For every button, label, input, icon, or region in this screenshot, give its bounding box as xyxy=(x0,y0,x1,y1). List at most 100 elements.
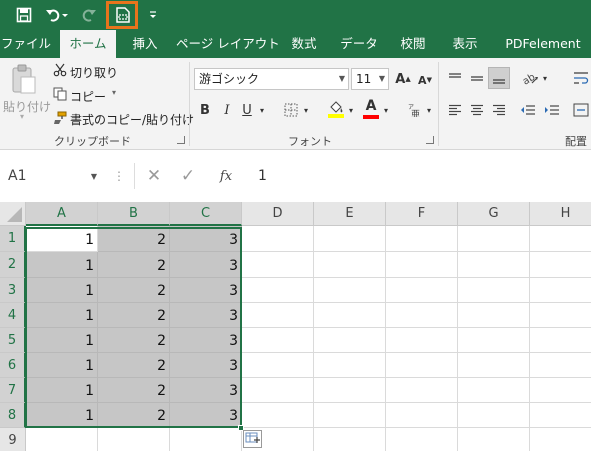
cell-d5[interactable] xyxy=(242,328,314,353)
row-header-8[interactable]: 8 xyxy=(0,403,26,428)
cell-d2[interactable] xyxy=(242,252,314,278)
row-header-7[interactable]: 7 xyxy=(0,378,26,403)
cell-g2[interactable] xyxy=(458,252,530,278)
align-center-icon[interactable] xyxy=(468,101,486,119)
undo-icon[interactable] xyxy=(44,3,70,27)
decrease-indent-icon[interactable] xyxy=(518,101,538,119)
column-header-a[interactable]: A xyxy=(26,202,98,226)
cell-g1[interactable] xyxy=(458,226,530,252)
paste-icon[interactable] xyxy=(4,62,42,96)
font-launcher-icon[interactable] xyxy=(426,136,434,144)
fill-color-dropdown-icon[interactable]: ▾ xyxy=(346,101,356,119)
underline-button[interactable]: U xyxy=(238,101,256,119)
bold-button[interactable]: B xyxy=(196,101,214,119)
cut-button[interactable]: 切り取り xyxy=(70,64,118,81)
cell-h1[interactable] xyxy=(530,226,591,252)
cell-c4[interactable]: 3 xyxy=(170,303,242,328)
cell-a4[interactable]: 1 xyxy=(26,303,98,328)
cell-d7[interactable] xyxy=(242,378,314,403)
copy-icon[interactable] xyxy=(52,86,68,102)
cell-d1[interactable] xyxy=(242,226,314,252)
tab-view[interactable]: 表示 xyxy=(444,30,486,58)
align-left-icon[interactable] xyxy=(446,101,464,119)
cut-icon[interactable] xyxy=(52,62,68,78)
name-box-dropdown-icon[interactable]: ▼ xyxy=(88,170,100,182)
cell-g8[interactable] xyxy=(458,403,530,428)
cell-d3[interactable] xyxy=(242,278,314,303)
cell-a7[interactable]: 1 xyxy=(26,378,98,403)
enter-icon[interactable]: ✓ xyxy=(177,166,199,186)
formula-input[interactable]: 1 xyxy=(258,163,267,189)
paste-button[interactable]: 貼り付け xyxy=(3,98,51,115)
tab-data[interactable]: データ xyxy=(334,30,384,58)
phonetic-dropdown-icon[interactable]: ▾ xyxy=(425,101,433,119)
cell-e3[interactable] xyxy=(314,278,386,303)
paste-dropdown-icon[interactable]: ▾ xyxy=(20,112,24,121)
copy-button[interactable]: コピー xyxy=(70,88,106,105)
font-size-combo[interactable]: 11 ▼ xyxy=(351,68,389,90)
column-header-g[interactable]: G xyxy=(458,202,530,226)
cell-h3[interactable] xyxy=(530,278,591,303)
customize-dropdown-icon[interactable] xyxy=(146,3,160,27)
formula-bar-grip-icon[interactable]: ⋮ xyxy=(112,168,126,184)
cell-h6[interactable] xyxy=(530,353,591,378)
cell-h4[interactable] xyxy=(530,303,591,328)
cell-f5[interactable] xyxy=(386,328,458,353)
decrease-font-size-icon[interactable]: A ▼ xyxy=(416,71,434,89)
cell-c9[interactable] xyxy=(170,428,242,451)
cell-a1[interactable]: 1 xyxy=(26,226,98,252)
cell-h9[interactable] xyxy=(530,428,591,451)
align-right-icon[interactable] xyxy=(490,101,508,119)
cell-g9[interactable] xyxy=(458,428,530,451)
tab-file[interactable]: ファイル xyxy=(0,30,52,58)
cell-a8[interactable]: 1 xyxy=(26,403,98,428)
italic-button[interactable]: I xyxy=(218,101,236,119)
merge-center-icon[interactable] xyxy=(570,101,591,119)
borders-icon[interactable] xyxy=(283,101,299,119)
phonetic-guide-icon[interactable]: ア亜 xyxy=(407,101,423,119)
cell-c2[interactable]: 3 xyxy=(170,252,242,278)
redo-icon[interactable] xyxy=(78,3,100,27)
row-header-2[interactable]: 2 xyxy=(0,252,26,278)
cell-a9[interactable] xyxy=(26,428,98,451)
font-name-combo[interactable]: 游ゴシック ▼ xyxy=(194,68,349,90)
quick-analysis-icon[interactable] xyxy=(243,430,262,448)
cell-g3[interactable] xyxy=(458,278,530,303)
cell-h5[interactable] xyxy=(530,328,591,353)
cell-e5[interactable] xyxy=(314,328,386,353)
cell-e1[interactable] xyxy=(314,226,386,252)
increase-font-size-icon[interactable]: A ▲ xyxy=(394,70,412,88)
cell-a6[interactable]: 1 xyxy=(26,353,98,378)
cell-e9[interactable] xyxy=(314,428,386,451)
save-icon[interactable] xyxy=(12,3,36,27)
align-top-icon[interactable] xyxy=(446,69,464,87)
cell-f9[interactable] xyxy=(386,428,458,451)
fill-color-icon[interactable] xyxy=(327,99,345,119)
cell-a3[interactable]: 1 xyxy=(26,278,98,303)
cell-e6[interactable] xyxy=(314,353,386,378)
cell-c1[interactable]: 3 xyxy=(170,226,242,252)
row-header-3[interactable]: 3 xyxy=(0,278,26,303)
tab-page-layout[interactable]: ページ レイアウト xyxy=(176,30,280,58)
align-middle-icon[interactable] xyxy=(468,69,486,87)
orientation-dropdown-icon[interactable]: ▾ xyxy=(541,70,549,86)
column-header-c[interactable]: C xyxy=(170,202,242,226)
increase-indent-icon[interactable] xyxy=(542,101,562,119)
cell-h8[interactable] xyxy=(530,403,591,428)
cell-g6[interactable] xyxy=(458,353,530,378)
align-bottom-icon[interactable] xyxy=(488,67,510,89)
cell-c8[interactable]: 3 xyxy=(170,403,242,428)
column-header-b[interactable]: B xyxy=(98,202,170,226)
copy-dropdown-icon[interactable]: ▾ xyxy=(112,88,116,97)
cell-e7[interactable] xyxy=(314,378,386,403)
cell-a2[interactable]: 1 xyxy=(26,252,98,278)
cell-f6[interactable] xyxy=(386,353,458,378)
cell-e2[interactable] xyxy=(314,252,386,278)
borders-dropdown-icon[interactable]: ▾ xyxy=(301,101,311,119)
cell-f3[interactable] xyxy=(386,278,458,303)
cell-f8[interactable] xyxy=(386,403,458,428)
cell-b6[interactable]: 2 xyxy=(98,353,170,378)
font-size-dropdown-icon[interactable]: ▼ xyxy=(379,69,385,89)
cell-c5[interactable]: 3 xyxy=(170,328,242,353)
cell-d4[interactable] xyxy=(242,303,314,328)
